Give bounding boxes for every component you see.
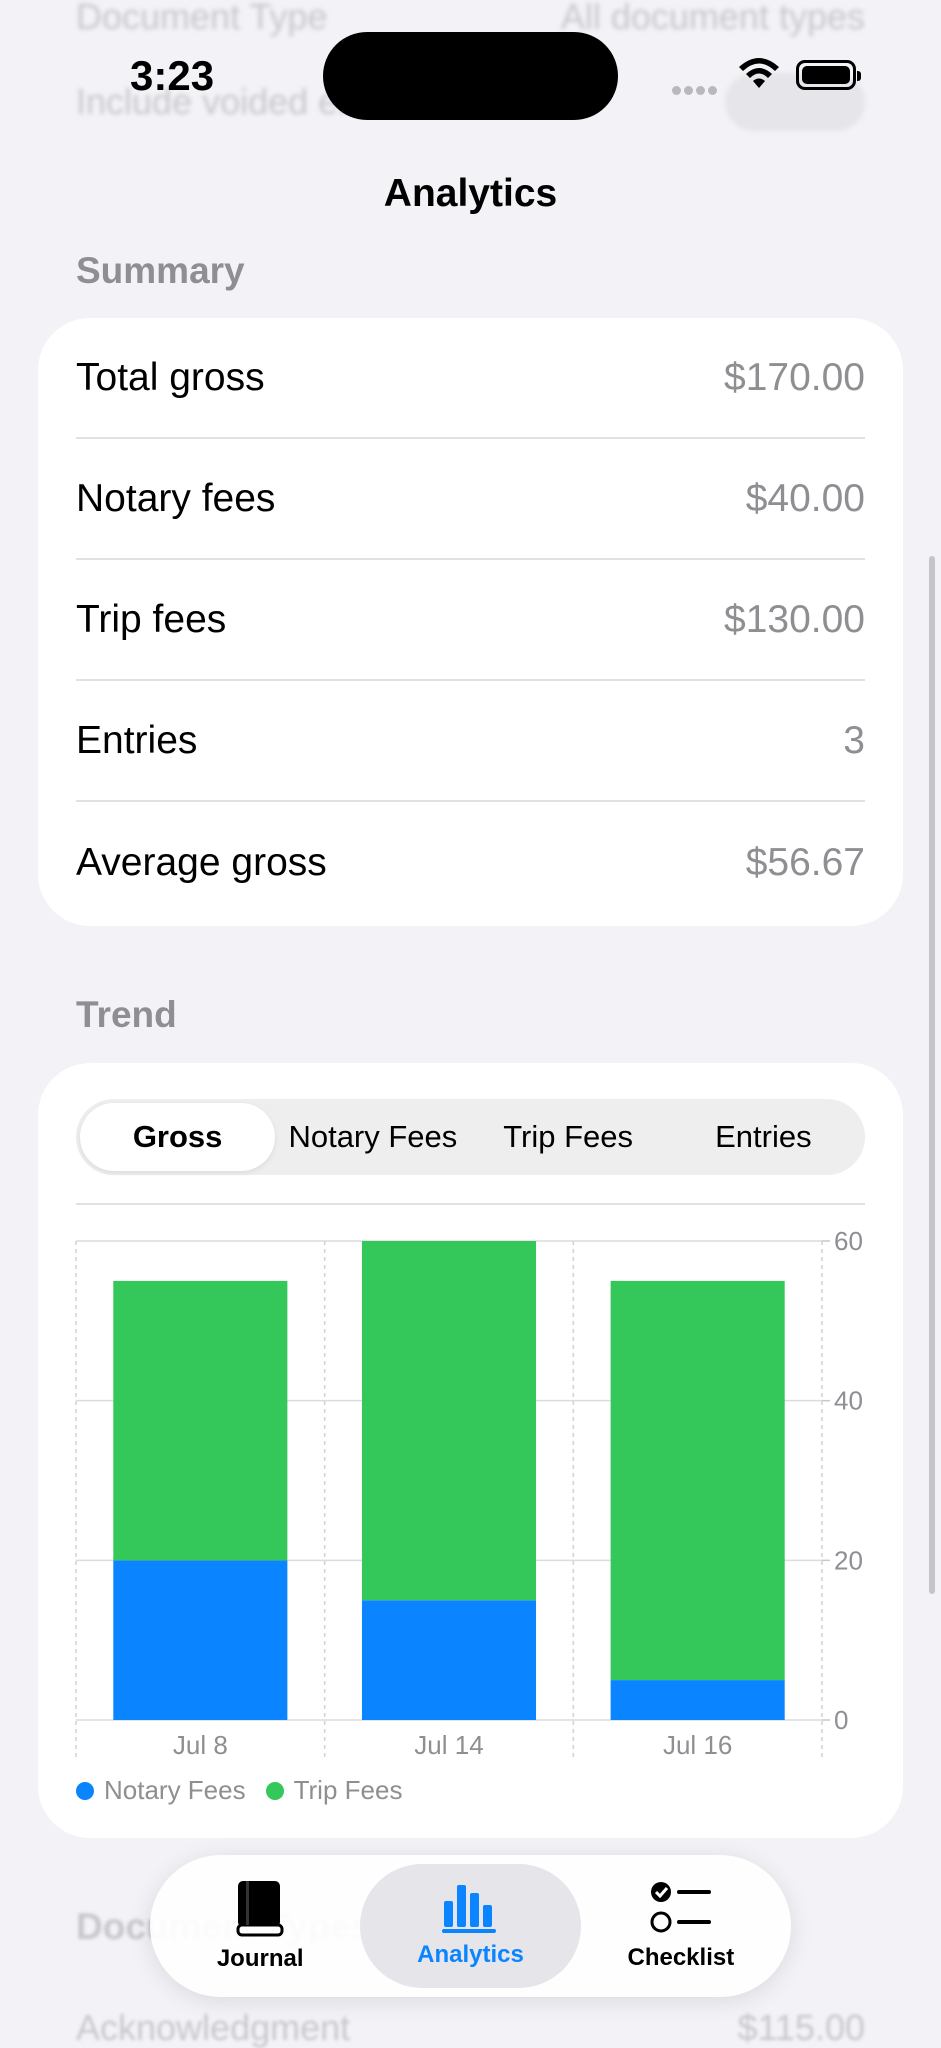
summary-row: Notary fees $40.00: [76, 439, 865, 560]
scroll-indicator[interactable]: [929, 556, 935, 1594]
cellular-signal-icon: [672, 82, 720, 95]
summary-row-label: Average gross: [76, 840, 327, 884]
wifi-icon: [739, 58, 779, 88]
status-icons: [672, 56, 862, 96]
summary-row-label: Trip fees: [76, 597, 227, 641]
chart-legend: Notary Fees Trip Fees: [76, 1775, 402, 1806]
legend-dot: [76, 1781, 94, 1800]
summary-row-label: Total gross: [76, 355, 265, 399]
summary-row-value: $130.00: [724, 597, 865, 641]
battery-icon: [796, 60, 861, 90]
x-tick-label: Jul 8: [173, 1730, 228, 1760]
summary-row: Entries 3: [76, 681, 865, 802]
tab-analytics[interactable]: Analytics: [360, 1864, 581, 1988]
tab-journal[interactable]: Journal: [160, 1864, 360, 1988]
summary-header: Summary: [76, 250, 245, 291]
x-tick-label: Jul 14: [414, 1730, 483, 1760]
document-type-row-value: $115.00: [737, 2007, 865, 2048]
document-type-row-acknowledgment: Acknowledgment $115.00: [76, 2007, 865, 2048]
y-tick-label: 60: [834, 1226, 863, 1256]
summary-row-label: Entries: [76, 718, 198, 762]
trend-header: Trend: [76, 994, 177, 1035]
legend-label: Trip Fees: [293, 1775, 403, 1805]
summary-row: Trip fees $130.00: [76, 560, 865, 681]
y-tick-label: 40: [834, 1386, 863, 1416]
tab-bar: Journal Analytics Checklist: [150, 1855, 791, 1997]
legend-item: Trip Fees: [265, 1775, 403, 1806]
status-bar: 3:23: [0, 0, 941, 150]
legend-item: Notary Fees: [76, 1775, 246, 1806]
y-tick-label: 0: [834, 1705, 848, 1735]
bar-segment: [113, 1560, 288, 1720]
summary-row-value: 3: [843, 718, 865, 762]
summary-row: Total gross $170.00: [76, 318, 865, 439]
trend-chart: 0 20 40 60 Jul 8 Jul 14 Jul 16: [75, 1226, 863, 1760]
legend-dot: [265, 1781, 284, 1800]
bar-segment: [361, 1241, 537, 1601]
summary-card: Total gross $170.00 Notary fees $40.00 Trip …: [38, 318, 903, 926]
summary-row-value: $56.67: [745, 840, 865, 884]
summary-row-value: $40.00: [745, 476, 865, 520]
trend-card: Gross Notary Fees Trip Fees Entries 0 20 40 60…: [38, 1063, 903, 1838]
tab-checklist-label: Checklist: [627, 1944, 735, 1971]
bar-segment: [610, 1680, 785, 1720]
summary-row-value: $170.00: [724, 355, 865, 399]
bar-segment: [361, 1600, 537, 1720]
page-title: Analytics: [383, 172, 558, 215]
document-type-row-label: Acknowledgment: [76, 2007, 351, 2048]
status-time: 3:23: [130, 52, 215, 99]
summary-row: Average gross $56.67: [76, 802, 865, 923]
summary-row-label: Notary fees: [76, 476, 276, 520]
tab-analytics-label: Analytics: [417, 1941, 524, 1968]
legend-label: Notary Fees: [104, 1775, 246, 1805]
dynamic-island: [323, 32, 618, 120]
checklist-icon: [650, 1882, 711, 1933]
bar-segment: [610, 1280, 785, 1681]
y-tick-label: 20: [834, 1545, 863, 1575]
x-tick-label: Jul 16: [663, 1730, 732, 1760]
bar-segment: [113, 1280, 288, 1561]
bar-chart-icon: [441, 1885, 496, 1933]
tab-checklist[interactable]: Checklist: [581, 1864, 781, 1988]
tab-journal-label: Journal: [216, 1945, 304, 1972]
book-icon: [236, 1881, 284, 1937]
